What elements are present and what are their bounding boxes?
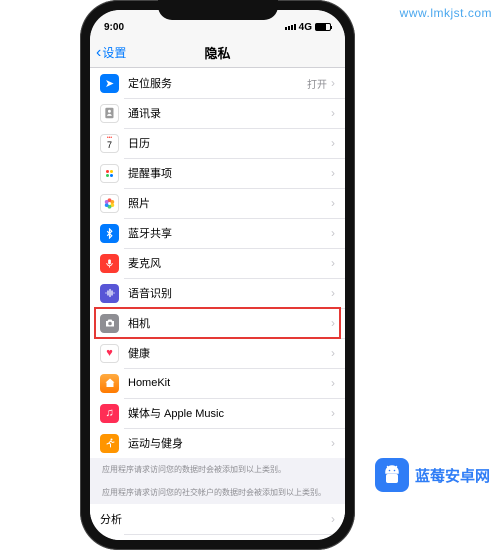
chevron-right-icon: › <box>331 286 335 300</box>
footer-note-1: 应用程序请求访问您的数据时会被添加到以上类别。 <box>90 458 345 481</box>
back-label: 设置 <box>102 44 126 61</box>
row-photos[interactable]: 照片 › <box>90 188 345 218</box>
row-label: 提醒事项 <box>128 165 327 181</box>
watermark-brand: 蓝莓安卓网 <box>375 458 490 492</box>
row-label: 相机 <box>128 315 327 331</box>
row-homekit[interactable]: HomeKit › <box>90 368 345 398</box>
row-label: 健康 <box>128 345 327 361</box>
chevron-right-icon: › <box>331 346 335 360</box>
microphone-icon <box>100 254 119 273</box>
watermark-text: 蓝莓安卓网 <box>415 465 490 486</box>
music-note-icon: ♫ <box>100 404 119 423</box>
phone-frame: 9:00 4G ‹ 设置 隐私 ➤ 定位服务 打开 › <box>80 0 355 550</box>
chevron-right-icon: › <box>331 136 335 150</box>
chevron-right-icon: › <box>331 106 335 120</box>
row-label: 蓝牙共享 <box>128 225 327 241</box>
row-media-apple-music[interactable]: ♫ 媒体与 Apple Music › <box>90 398 345 428</box>
homekit-house-icon <box>100 374 119 393</box>
row-label: 麦克风 <box>128 255 327 271</box>
row-calendar[interactable]: •••7 日历 › <box>90 128 345 158</box>
contacts-icon <box>100 104 119 123</box>
chevron-right-icon: › <box>331 406 335 420</box>
nav-bar: ‹ 设置 隐私 <box>90 38 345 68</box>
watermark-url: www.lmkjst.com <box>400 6 492 20</box>
row-camera[interactable]: 相机 › <box>90 308 345 338</box>
speech-waveform-icon <box>100 284 119 303</box>
motion-runner-icon <box>100 434 119 453</box>
chevron-right-icon: › <box>331 376 335 390</box>
status-time: 9:00 <box>104 22 124 33</box>
reminders-icon <box>100 164 119 183</box>
back-button[interactable]: ‹ 设置 <box>96 44 126 61</box>
analytics-group: 分析 › 广告 › <box>90 504 345 540</box>
camera-icon <box>100 314 119 333</box>
health-heart-icon: ♥ <box>100 344 119 363</box>
photos-icon <box>100 194 119 213</box>
phone-screen: 9:00 4G ‹ 设置 隐私 ➤ 定位服务 打开 › <box>90 10 345 540</box>
row-health[interactable]: ♥ 健康 › <box>90 338 345 368</box>
row-label: 通讯录 <box>128 105 327 121</box>
battery-icon <box>315 23 331 31</box>
page-title: 隐私 <box>204 43 230 62</box>
chevron-left-icon: ‹ <box>96 45 101 61</box>
chevron-right-icon: › <box>331 166 335 180</box>
row-label: 定位服务 <box>128 75 307 91</box>
row-detail: 打开 <box>307 76 327 91</box>
chevron-right-icon: › <box>331 436 335 450</box>
row-label: 语音识别 <box>128 285 327 301</box>
footer-note-2: 应用程序请求访问您的社交帐户的数据时会被添加到以上类别。 <box>90 481 345 504</box>
row-contacts[interactable]: 通讯录 › <box>90 98 345 128</box>
row-label: 媒体与 Apple Music <box>128 405 327 421</box>
row-label: 分析 <box>100 511 327 527</box>
chevron-right-icon: › <box>331 226 335 240</box>
row-label: 照片 <box>128 195 327 211</box>
calendar-icon: •••7 <box>100 134 119 153</box>
chevron-right-icon: › <box>331 196 335 210</box>
bluetooth-icon <box>100 224 119 243</box>
row-location-services[interactable]: ➤ 定位服务 打开 › <box>90 68 345 98</box>
signal-icon <box>285 24 296 30</box>
row-advertising[interactable]: 广告 › <box>90 534 345 540</box>
row-motion-fitness[interactable]: 运动与健身 › <box>90 428 345 458</box>
location-arrow-icon: ➤ <box>100 74 119 93</box>
row-speech-recognition[interactable]: 语音识别 › <box>90 278 345 308</box>
settings-list: ➤ 定位服务 打开 › 通讯录 › •••7 日历 › <box>90 68 345 540</box>
chevron-right-icon: › <box>331 76 335 90</box>
status-network: 4G <box>299 22 312 33</box>
device-notch <box>158 0 278 20</box>
row-microphone[interactable]: 麦克风 › <box>90 248 345 278</box>
row-label: HomeKit <box>128 377 327 389</box>
row-reminders[interactable]: 提醒事项 › <box>90 158 345 188</box>
row-analytics[interactable]: 分析 › <box>90 504 345 534</box>
android-robot-icon <box>375 458 409 492</box>
privacy-group: ➤ 定位服务 打开 › 通讯录 › •••7 日历 › <box>90 68 345 458</box>
chevron-right-icon: › <box>331 316 335 330</box>
chevron-right-icon: › <box>331 512 335 526</box>
row-label: 运动与健身 <box>128 435 327 451</box>
chevron-right-icon: › <box>331 256 335 270</box>
row-bluetooth[interactable]: 蓝牙共享 › <box>90 218 345 248</box>
row-label: 日历 <box>128 135 327 151</box>
